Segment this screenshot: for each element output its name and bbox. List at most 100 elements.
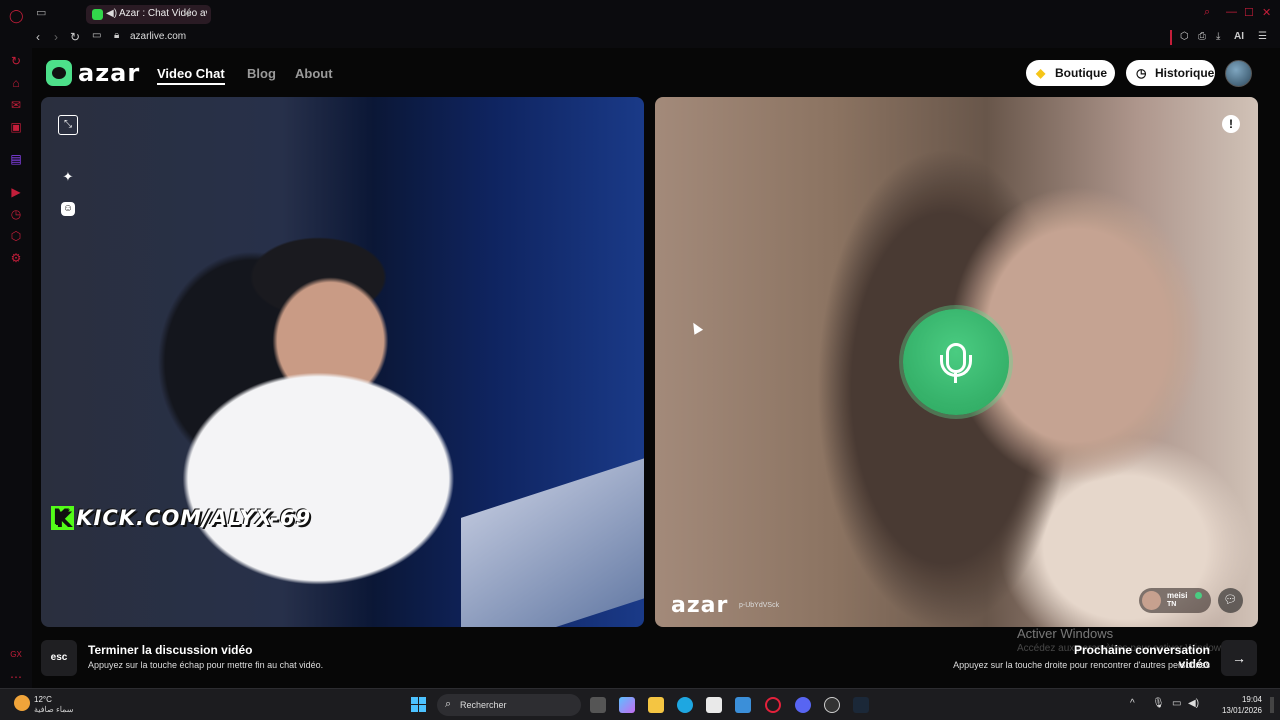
remote-user-name: meisi: [1167, 591, 1188, 600]
opera-logo-icon[interactable]: ◯: [9, 9, 24, 23]
edge-icon[interactable]: [677, 697, 693, 713]
remote-user-country: TN: [1167, 601, 1177, 608]
sidebar-settings-icon[interactable]: ⚙: [9, 251, 23, 265]
end-chat-subtitle: Appuyez sur la touche échap pour mettre …: [88, 660, 324, 670]
clock-icon: ◷: [1136, 66, 1147, 80]
opera-sidebar: ◯ ↻ ⌂ ✉ ▣ ▤ ▶ ◷ ⬡ ⚙ GX ⋯: [0, 0, 32, 688]
azar-favicon-icon: [92, 9, 103, 20]
end-chat-title: Terminer la discussion vidéo: [88, 643, 253, 657]
task-view-icon[interactable]: [590, 697, 606, 713]
sidebar-news-icon[interactable]: ▣: [9, 120, 23, 134]
mail-icon[interactable]: [735, 697, 751, 713]
remote-azar-watermark: azar: [671, 593, 729, 618]
historique-button[interactable]: ◷ Historique: [1126, 60, 1215, 86]
sidebar-messenger-icon[interactable]: ✉: [9, 98, 23, 112]
search-icon: ⌕: [445, 698, 452, 710]
forward-icon[interactable]: ›: [54, 30, 58, 44]
kick-text: KICK.COM/ALYX-69: [76, 506, 312, 530]
sidebar-more-icon[interactable]: ⋯: [9, 670, 23, 684]
minimize-icon[interactable]: —: [1226, 6, 1237, 18]
downloads-icon[interactable]: ⤓: [1216, 31, 1220, 42]
boutique-label: Boutique: [1055, 66, 1107, 80]
obs-icon[interactable]: [824, 697, 840, 713]
lock-icon[interactable]: 🔒︎: [114, 30, 119, 41]
remote-user-avatar: [1142, 591, 1161, 610]
toolbar-divider: [1170, 30, 1172, 45]
speaker-icon[interactable]: ◀): [106, 8, 117, 19]
sidebar-refresh-icon[interactable]: ↻: [9, 54, 23, 68]
tab-title: Azar : Chat Vidéo avec: [119, 8, 207, 19]
sparkle-effects-icon[interactable]: ✦: [58, 167, 78, 187]
ai-button[interactable]: AI: [1234, 31, 1244, 42]
remote-video-feed: ! azar p-UbYdVSck meisi TN 💬︎: [655, 97, 1258, 627]
weather-temp[interactable]: 12°C: [34, 695, 52, 704]
azar-logo-icon[interactable]: [46, 60, 72, 86]
discord-icon[interactable]: [795, 697, 811, 713]
search-tabs-icon[interactable]: ⌕: [1204, 6, 1210, 19]
clock-time[interactable]: 19:04: [1228, 695, 1262, 704]
maximize-icon[interactable]: ☐: [1244, 6, 1254, 19]
snapshot-icon[interactable]: ⎙: [1198, 31, 1206, 42]
video-popout-icon[interactable]: ▭: [92, 30, 101, 41]
verified-icon: [1195, 592, 1202, 599]
new-tab-icon[interactable]: +: [184, 6, 192, 21]
weather-desc[interactable]: سماء صافية: [34, 705, 74, 714]
sidebar-aria-icon[interactable]: ⌂: [9, 76, 23, 90]
next-arrow-button[interactable]: →: [1221, 640, 1257, 676]
easy-setup-icon[interactable]: ⬡: [1180, 31, 1189, 42]
activate-windows-title: Activer Windows: [1017, 626, 1114, 641]
tray-overflow-icon[interactable]: ^: [1130, 698, 1135, 709]
report-icon[interactable]: !: [1222, 115, 1240, 133]
file-explorer-icon[interactable]: [648, 697, 664, 713]
keyboard-image: [461, 456, 644, 627]
microphone-tray-icon[interactable]: 🎙︎: [1152, 698, 1165, 709]
kick-overlay: K KICK.COM/ALYX-69: [45, 506, 317, 532]
sidebar-player-icon[interactable]: ▶: [9, 185, 23, 199]
windows-start-icon[interactable]: [411, 697, 427, 713]
kick-logo-icon: K: [51, 506, 75, 530]
nav-blog[interactable]: Blog: [247, 66, 276, 81]
steam-icon[interactable]: [853, 697, 869, 713]
nav-about[interactable]: About: [295, 66, 333, 81]
face-filter-icon[interactable]: ☺: [61, 202, 75, 216]
back-icon[interactable]: ‹: [36, 30, 40, 44]
tab-azar[interactable]: ◀) Azar : Chat Vidéo avec: [86, 5, 211, 24]
gem-icon: ◆: [1036, 66, 1046, 80]
tab-menu-icon[interactable]: ▭: [36, 6, 46, 19]
show-desktop-button[interactable]: [1270, 697, 1274, 713]
historique-label: Historique: [1155, 66, 1215, 80]
nav-video-chat[interactable]: Video Chat: [157, 66, 225, 85]
chat-bubble-icon[interactable]: 💬︎: [1218, 588, 1243, 613]
esc-key-button[interactable]: esc: [41, 640, 77, 676]
sidebar-extensions-icon[interactable]: ⬡: [9, 229, 23, 243]
address-bar: ‹ › ↻ ▭ 🔒︎ azarlive.com ⬡ ⎙ ⤓ AI ☰: [32, 28, 1280, 48]
taskbar-search[interactable]: ⌕ Rechercher: [437, 694, 581, 716]
microphone-button[interactable]: [903, 309, 1009, 415]
url-field[interactable]: azarlive.com: [130, 31, 186, 42]
sidebar-twitch-icon[interactable]: ▤: [9, 152, 23, 166]
avatar[interactable]: [1225, 60, 1252, 87]
weather-icon[interactable]: [14, 695, 30, 711]
remote-id-text: p-UbYdVSck: [739, 602, 780, 609]
menu-icon[interactable]: ☰: [1258, 31, 1267, 42]
volume-icon[interactable]: ◀): [1188, 698, 1199, 709]
windows-taskbar: 12°C سماء صافية ⌕ Rechercher ^ 🎙︎ ▭ ◀) 1…: [0, 688, 1280, 720]
network-icon[interactable]: ▭: [1172, 698, 1181, 709]
clock-date[interactable]: 13/01/2026: [1208, 706, 1262, 715]
minimize-video-icon[interactable]: ⤡: [58, 115, 78, 135]
boutique-button[interactable]: ◆ Boutique: [1026, 60, 1115, 86]
copilot-icon[interactable]: [619, 697, 635, 713]
sidebar-gx-icon[interactable]: GX: [9, 648, 23, 662]
next-chat-subtitle: Appuyez sur la touche droite pour rencon…: [953, 660, 1210, 670]
azar-logo-text[interactable]: azar: [78, 59, 140, 87]
close-window-icon[interactable]: ✕: [1262, 6, 1271, 19]
azar-site: azar Video Chat Blog About ◆ Boutique ◷ …: [32, 48, 1280, 688]
tab-bar: ▭ ◀) Azar : Chat Vidéo avec + ⌕ — ☐ ✕: [32, 0, 1280, 28]
local-video-feed: ⤡ ✦ ☺ K KICK.COM/ALYX-69: [41, 97, 644, 627]
opera-gx-taskbar-icon[interactable]: [765, 697, 781, 713]
search-label: Rechercher: [460, 700, 507, 710]
sidebar-history-icon[interactable]: ◷: [9, 207, 23, 221]
store-icon[interactable]: [706, 697, 722, 713]
reload-icon[interactable]: ↻: [70, 30, 80, 44]
user-chip[interactable]: meisi TN: [1139, 588, 1211, 613]
